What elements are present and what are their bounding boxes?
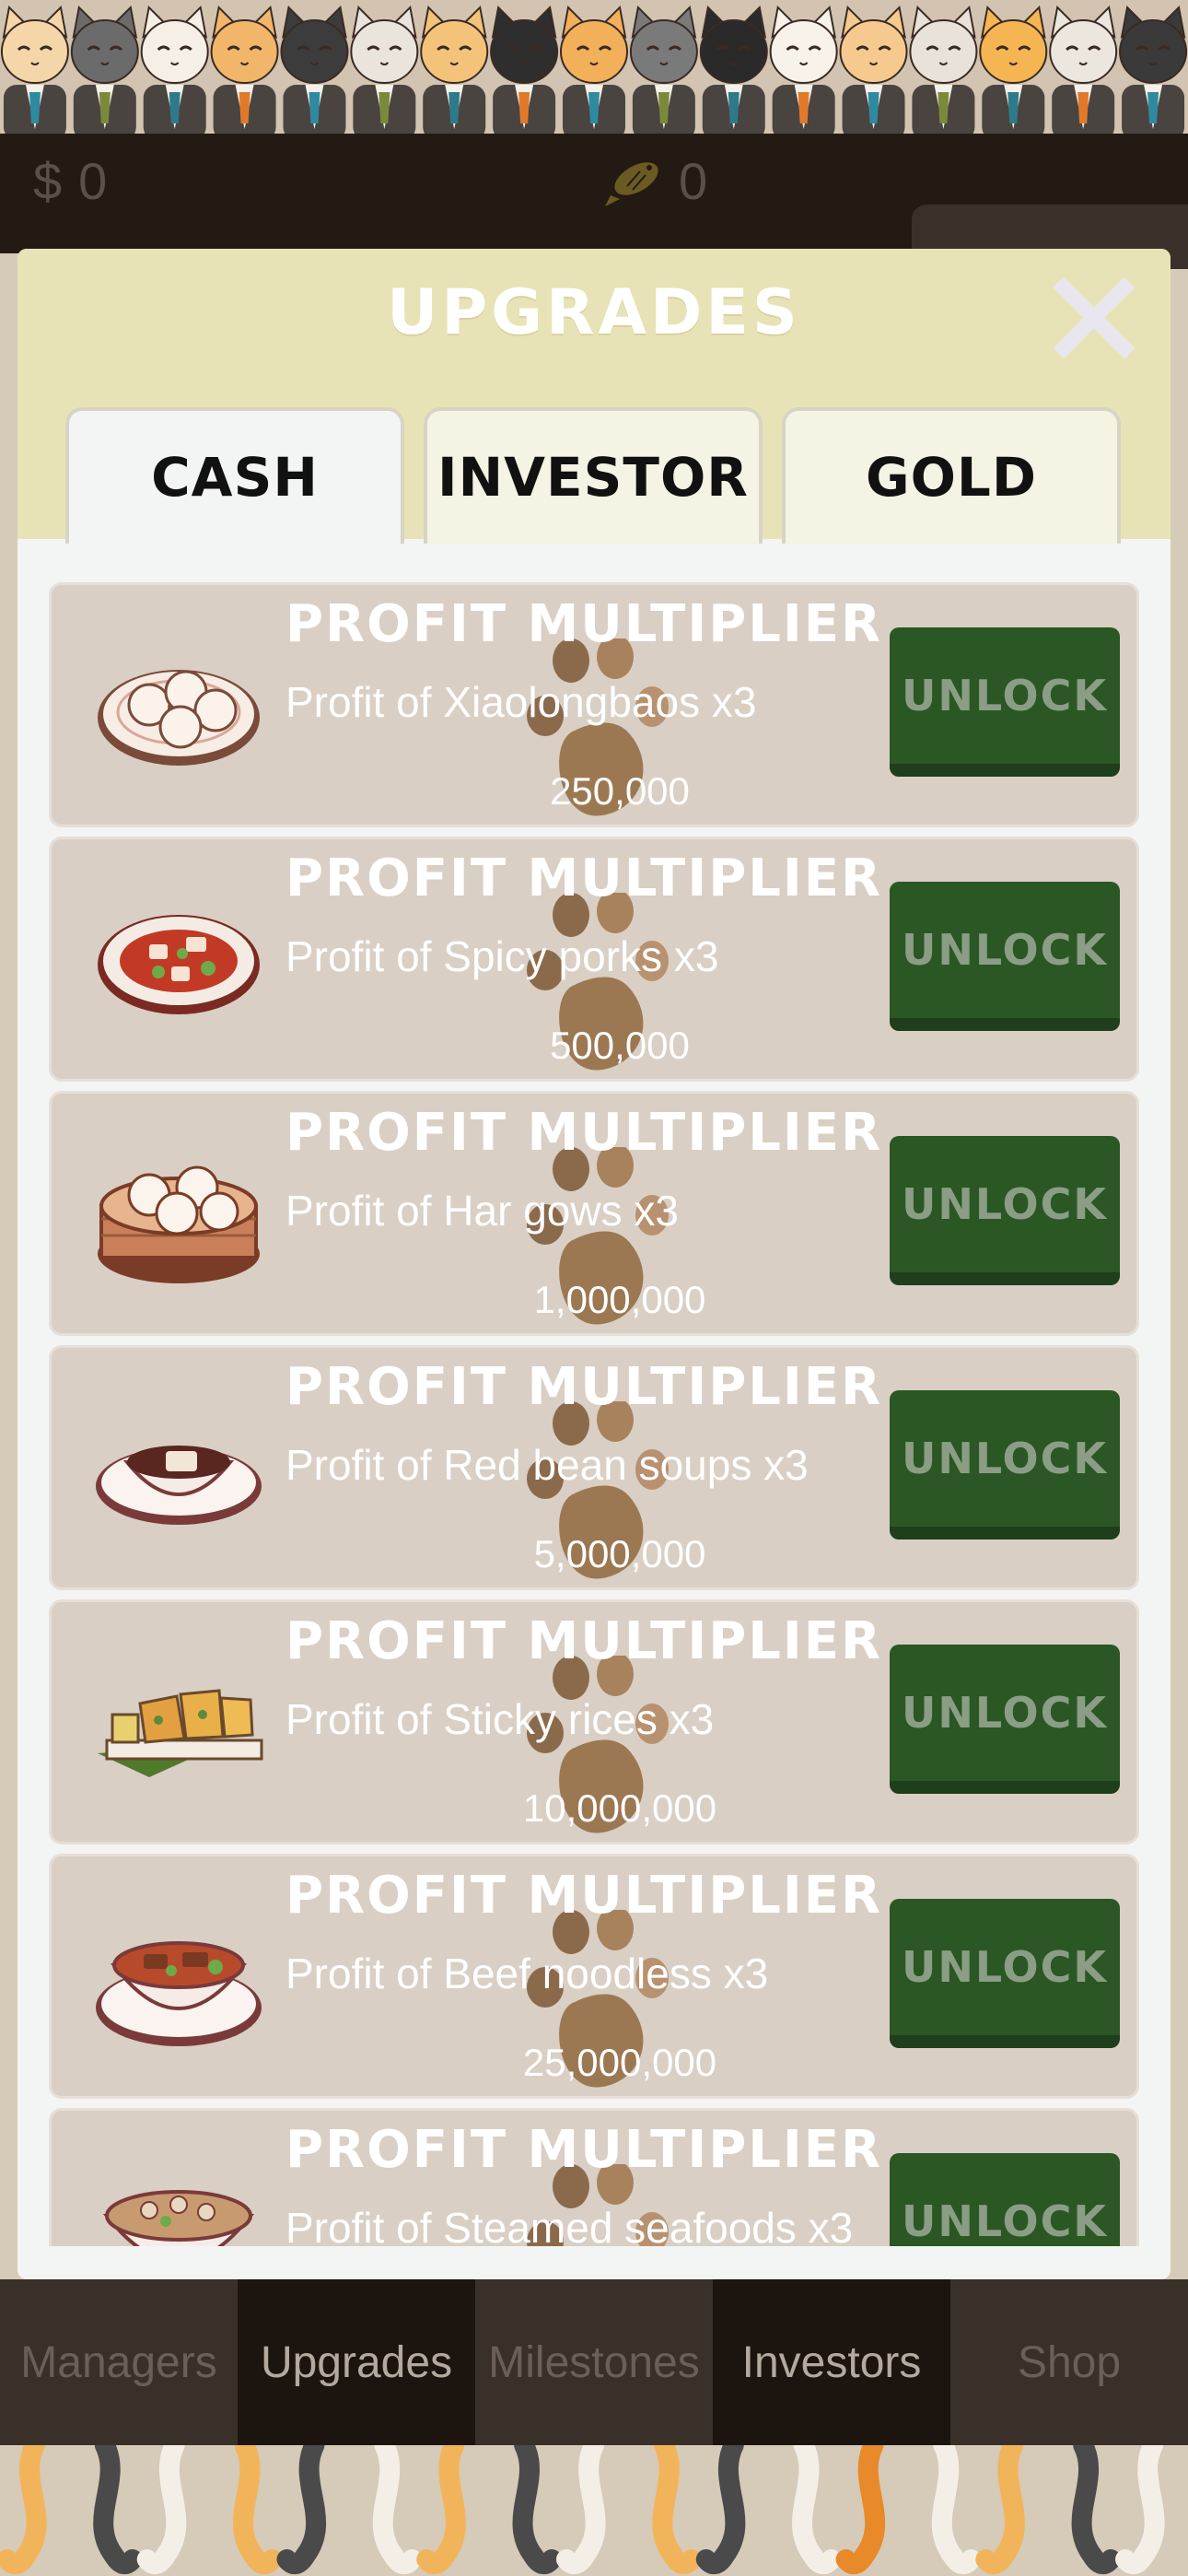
upgrade-cost: 10,000,000 <box>522 1786 717 1830</box>
fish-icon <box>605 162 658 206</box>
modal-title: UPGRADES <box>387 276 801 349</box>
upgrade-card: PROFIT MULTIPLIER Profit of Har gows x3 … <box>49 1091 1139 1336</box>
upgrades-modal: UPGRADES CASH INVESTOR GOLD PROFIT MULTI… <box>17 249 1171 2279</box>
tab-investor[interactable]: INVESTOR <box>424 407 763 544</box>
upgrade-title: PROFIT MULTIPLIER <box>285 1357 883 1417</box>
upgrade-title: PROFIT MULTIPLIER <box>285 1866 883 1926</box>
unlock-button[interactable]: UNLOCK <box>890 1136 1120 1285</box>
xiaolongbao-plate-icon <box>98 670 260 766</box>
nav-upgrades[interactable]: Upgrades <box>238 2279 475 2445</box>
upgrade-title: PROFIT MULTIPLIER <box>285 849 883 908</box>
unlock-button[interactable]: UNLOCK <box>890 2153 1120 2246</box>
nav-shop[interactable]: Shop <box>950 2279 1188 2445</box>
cash-readout: $ 0 <box>33 147 107 214</box>
bottom-nav: Managers Upgrades Milestones Investors S… <box>0 2279 1188 2445</box>
cat-tails-illustration <box>0 2445 1165 2575</box>
fish-value: 0 <box>679 151 708 210</box>
upgrade-card: PROFIT MULTIPLIER Profit of Spicy porks … <box>49 837 1139 1082</box>
upgrade-cost: 25,000,000 <box>522 2041 717 2084</box>
upgrade-description: Profit of Steamed seafoods x3 <box>285 2204 854 2246</box>
cash-symbol: $ <box>33 151 63 210</box>
upgrade-title: PROFIT MULTIPLIER <box>285 1103 883 1163</box>
fish-readout: 0 <box>603 147 707 214</box>
cat-crowd-illustration <box>0 5 1188 134</box>
nav-investors[interactable]: Investors <box>713 2279 950 2445</box>
unlock-button[interactable]: UNLOCK <box>890 1899 1120 2048</box>
unlock-button[interactable]: UNLOCK <box>890 882 1120 1031</box>
close-icon <box>1053 276 1136 359</box>
beef-noodle-bowl-icon <box>96 1941 262 2046</box>
nav-managers[interactable]: Managers <box>0 2279 238 2445</box>
upgrade-card: PROFIT MULTIPLIER Profit of Sticky rices… <box>49 1599 1139 1844</box>
upgrade-card: PROFIT MULTIPLIER Profit of Beef noodles… <box>49 1854 1139 2099</box>
upgrade-list[interactable]: PROFIT MULTIPLIER Profit of Xiaolongbaos… <box>17 539 1171 2246</box>
upgrade-description: Profit of Sticky rices x3 <box>285 1695 715 1743</box>
upgrade-description: Profit of Xiaolongbaos x3 <box>285 678 757 726</box>
seafood-bowl-icon <box>102 2190 255 2246</box>
unlock-button[interactable]: UNLOCK <box>890 1390 1120 1540</box>
upgrade-description: Profit of Red bean soups x3 <box>285 1441 809 1489</box>
upgrade-description: Profit of Beef noodless x3 <box>285 1950 769 1997</box>
upgrade-card: PROFIT MULTIPLIER Profit of Steamed seaf… <box>49 2108 1139 2246</box>
red-bean-soup-icon <box>96 1446 262 1525</box>
upgrade-cost: 5,000,000 <box>533 1532 706 1575</box>
tab-cash[interactable]: CASH <box>65 407 404 544</box>
unlock-button[interactable]: UNLOCK <box>890 627 1120 777</box>
upgrade-description: Profit of Spicy porks x3 <box>285 932 719 980</box>
upgrade-description: Profit of Har gows x3 <box>285 1187 679 1235</box>
har-gow-steamer-icon <box>98 1165 260 1283</box>
cat-crowd-banner <box>0 0 1188 134</box>
upgrade-cost: 500,000 <box>550 1024 690 1067</box>
close-button[interactable] <box>1053 276 1136 359</box>
upgrade-cost: 250,000 <box>550 769 690 813</box>
upgrade-title: PROFIT MULTIPLIER <box>285 1611 883 1671</box>
upgrade-title: PROFIT MULTIPLIER <box>285 594 883 654</box>
upgrade-cost: 1,000,000 <box>533 1278 706 1321</box>
cash-value: 0 <box>78 151 108 210</box>
cat-tails-decoration <box>0 2445 1188 2576</box>
unlock-button[interactable]: UNLOCK <box>890 1645 1120 1794</box>
spicy-pork-plate-icon <box>98 915 260 1014</box>
upgrade-title: PROFIT MULTIPLIER <box>285 2120 883 2180</box>
upgrade-card: PROFIT MULTIPLIER Profit of Red bean sou… <box>49 1345 1139 1590</box>
sticky-rice-icon <box>98 1689 263 1777</box>
nav-milestones[interactable]: Milestones <box>475 2279 713 2445</box>
tab-gold[interactable]: GOLD <box>782 407 1121 544</box>
upgrade-card: PROFIT MULTIPLIER Profit of Xiaolongbaos… <box>49 582 1139 827</box>
